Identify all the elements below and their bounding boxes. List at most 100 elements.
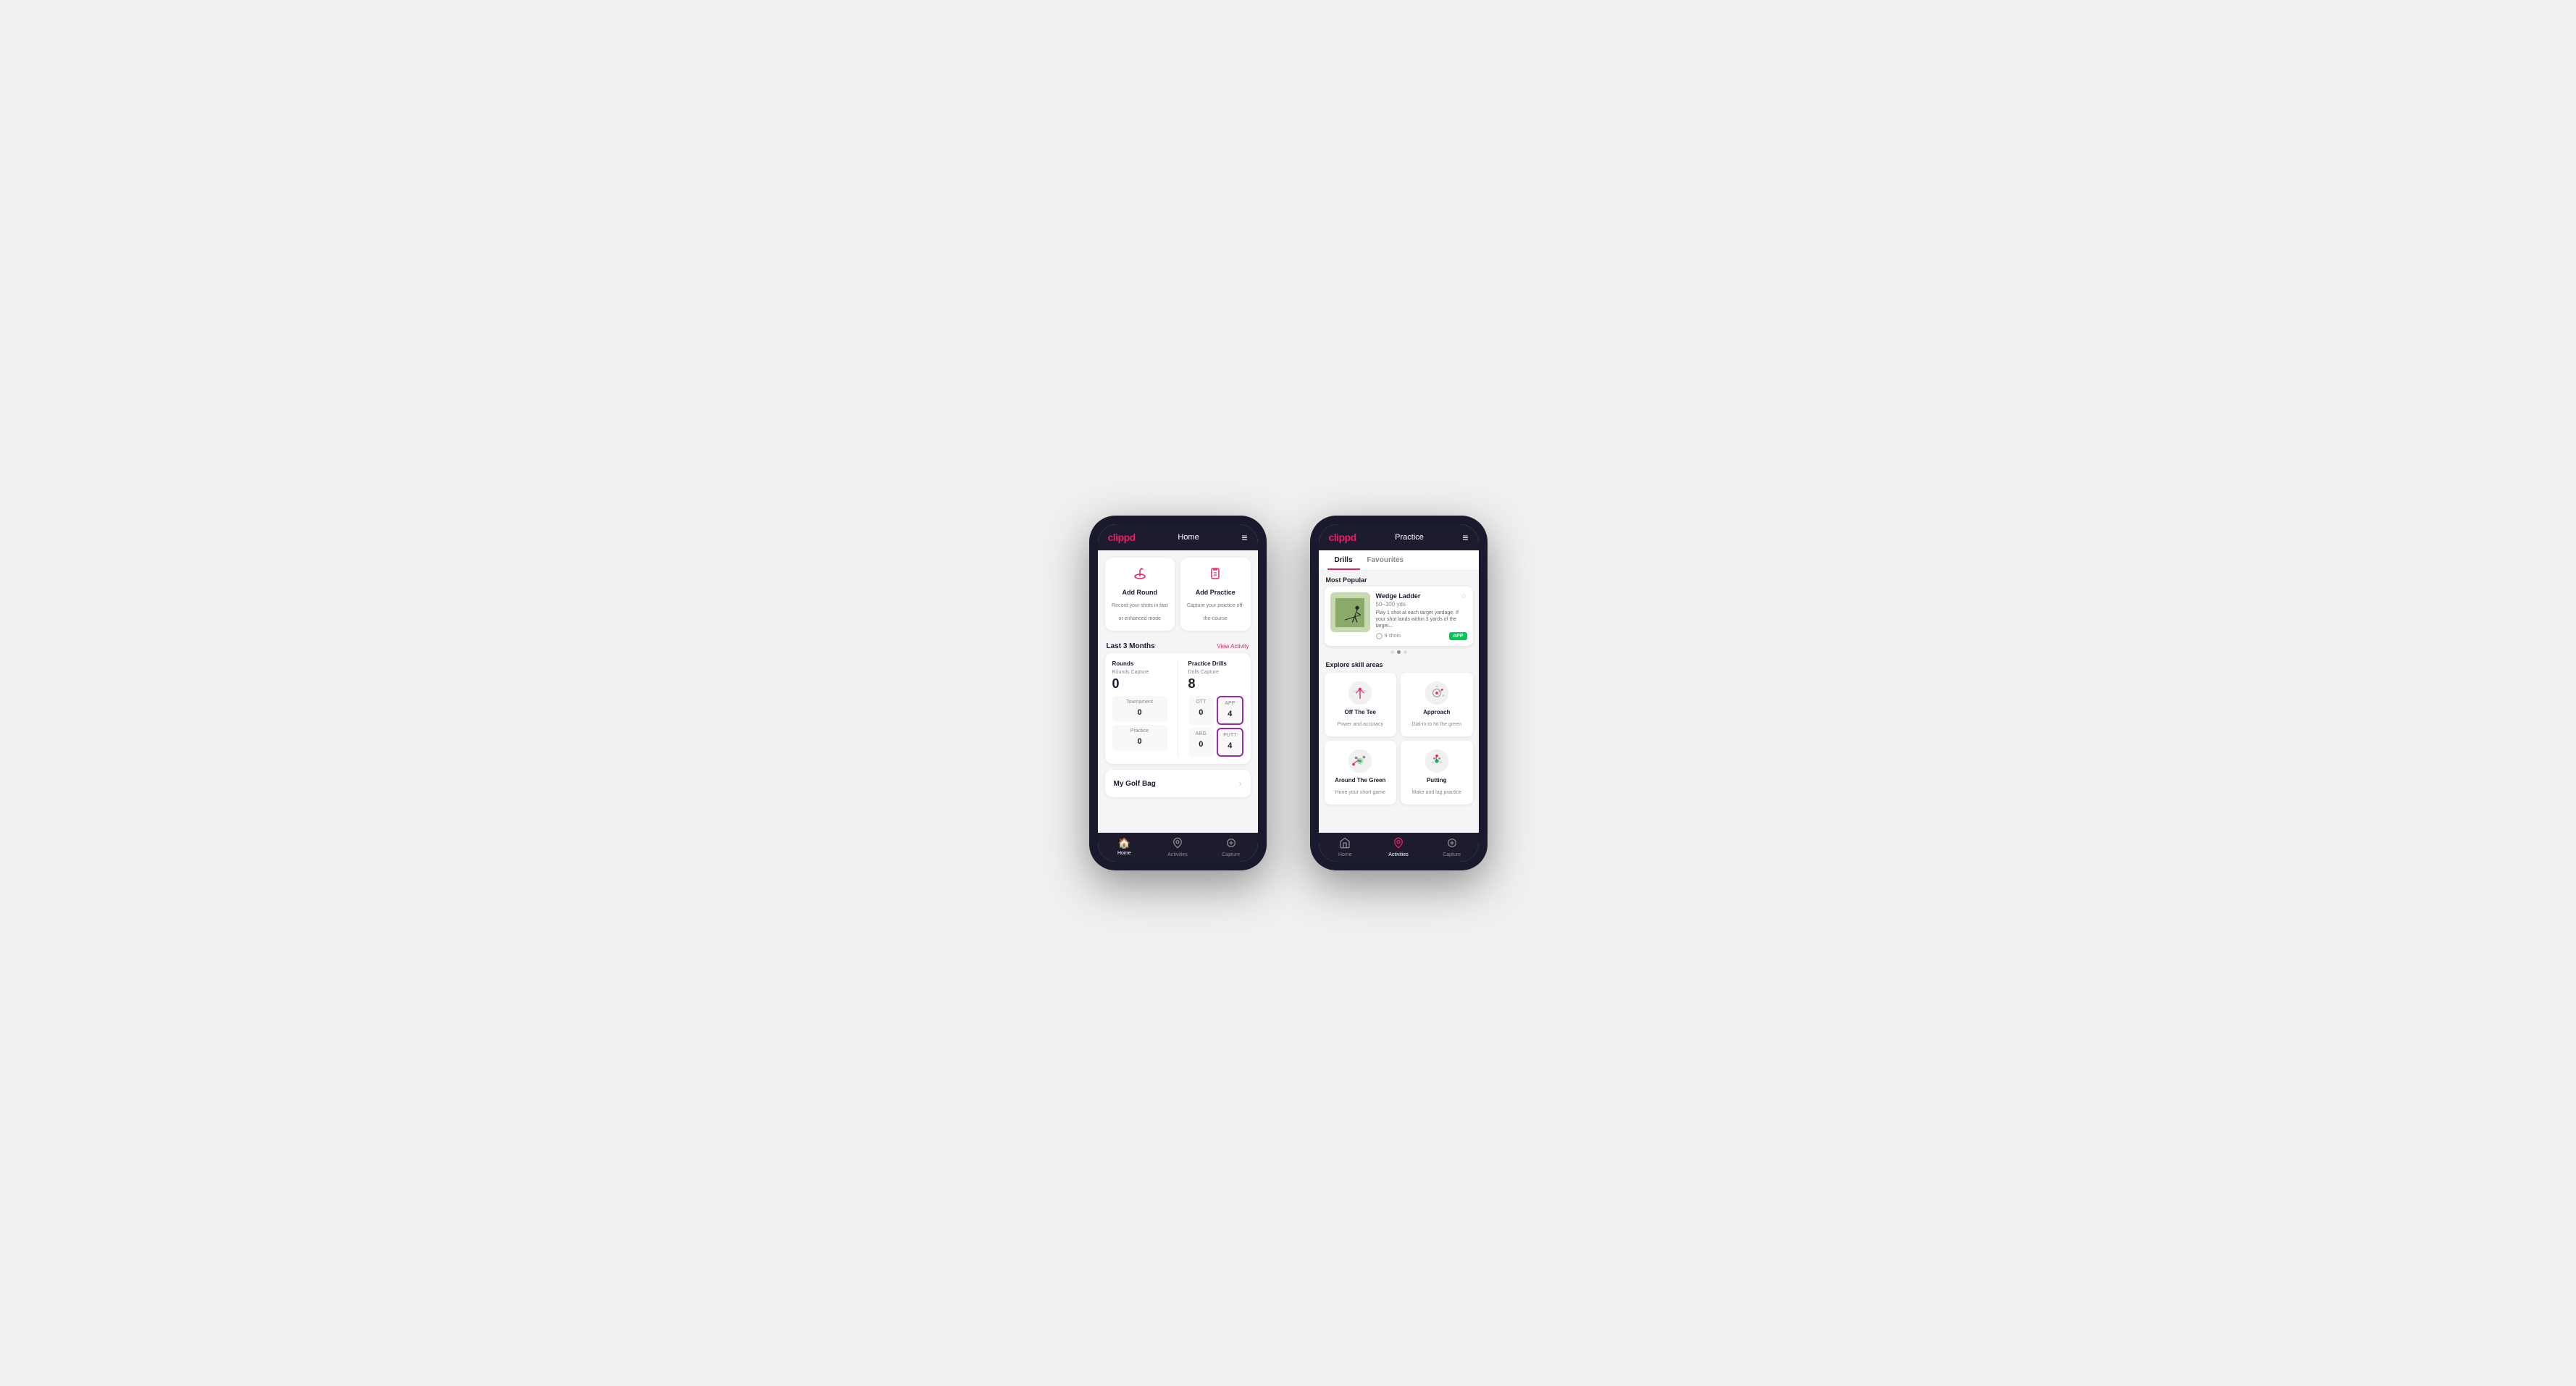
home-content: Add Round Record your shots in fast or e…	[1098, 550, 1258, 833]
chevron-right-icon: ›	[1239, 778, 1242, 789]
capture-nav-label-2: Capture	[1443, 852, 1461, 857]
drills-grid: OTT 0 APP 4 ARG 0	[1188, 696, 1243, 757]
nav-home-2[interactable]: Home	[1319, 837, 1372, 857]
most-popular-label: Most Popular	[1319, 571, 1479, 587]
app-logo: clippd	[1108, 532, 1136, 543]
drills-total: 8	[1188, 676, 1243, 692]
menu-icon-2[interactable]: ≡	[1462, 532, 1468, 543]
practice-drills-col: Practice Drills Drills Capture 8 OTT 0 A…	[1188, 660, 1243, 757]
stats-card: Rounds Rounds Capture 0 Tournament 0 Pra…	[1105, 653, 1251, 764]
drills-capture-label: Drills Capture	[1188, 670, 1243, 675]
ott-box: OTT 0	[1188, 696, 1214, 725]
nav-activities[interactable]: Activities	[1151, 837, 1204, 857]
add-practice-desc: Capture your practice off-the-course	[1187, 603, 1244, 621]
putt-box: PUTT 4	[1217, 728, 1243, 757]
add-round-desc: Record your shots in fast or enhanced mo…	[1112, 603, 1167, 621]
app-value: 4	[1228, 710, 1232, 718]
tab-favourites[interactable]: Favourites	[1360, 550, 1411, 570]
last-3-months-title: Last 3 Months	[1107, 642, 1155, 650]
off-the-tee-name: Off The Tee	[1330, 709, 1391, 715]
bottom-nav-home: 🏠 Home Activities	[1098, 833, 1258, 862]
app-title-home: Home	[1178, 533, 1199, 542]
activities-nav-icon	[1172, 837, 1183, 851]
my-golf-bag-title: My Golf Bag	[1114, 780, 1156, 788]
app-box: APP 4	[1217, 696, 1243, 725]
featured-card[interactable]: Wedge Ladder ☆ 50–100 yds Play 1 shot at…	[1325, 587, 1473, 646]
putt-label: PUTT	[1223, 733, 1236, 738]
skill-putting[interactable]: Putting Make and lag practice	[1401, 741, 1473, 805]
activity-section-header: Last 3 Months View Activity	[1098, 638, 1258, 653]
phone-home: clippd Home ≡ Add Round	[1089, 516, 1267, 870]
practice-drills-title: Practice Drills	[1188, 660, 1243, 667]
skill-around-green[interactable]: Around The Green Hone your short game	[1325, 741, 1397, 805]
approach-icon	[1424, 680, 1450, 706]
star-icon[interactable]: ☆	[1461, 592, 1467, 600]
bottom-nav-practice: Home Activities	[1319, 833, 1479, 862]
add-round-card[interactable]: Add Round Record your shots in fast or e…	[1105, 558, 1175, 631]
around-green-name: Around The Green	[1330, 777, 1391, 784]
action-cards: Add Round Record your shots in fast or e…	[1098, 550, 1258, 638]
my-golf-bag[interactable]: My Golf Bag ›	[1105, 770, 1251, 797]
dot-1	[1390, 650, 1394, 654]
stats-row: Rounds Rounds Capture 0 Tournament 0 Pra…	[1112, 660, 1243, 757]
featured-subtitle: 50–100 yds	[1376, 601, 1467, 608]
featured-title: Wedge Ladder	[1376, 592, 1421, 600]
tournament-box: Tournament 0	[1112, 696, 1167, 722]
capture-nav-label: Capture	[1222, 852, 1240, 857]
add-practice-title: Add Practice	[1186, 589, 1245, 596]
rounds-capture-label: Rounds Capture	[1112, 670, 1167, 675]
approach-desc: Dial-in to hit the green	[1412, 722, 1461, 727]
phone-practice: clippd Practice ≡ Drills Favourites Most…	[1310, 516, 1488, 870]
explore-label: Explore skill areas	[1319, 658, 1479, 673]
arg-label: ARG	[1193, 731, 1209, 736]
app-badge: APP	[1449, 632, 1467, 640]
around-green-icon	[1347, 748, 1373, 774]
tournament-label: Tournament	[1117, 700, 1162, 705]
app-title-practice: Practice	[1395, 533, 1424, 542]
capture-nav-icon-2	[1446, 837, 1458, 851]
activities-nav-icon-2	[1393, 837, 1404, 851]
arg-value: 0	[1199, 740, 1203, 749]
rounds-col: Rounds Rounds Capture 0 Tournament 0 Pra…	[1112, 660, 1167, 757]
app-logo-2: clippd	[1329, 532, 1356, 543]
featured-desc: Play 1 shot at each target yardage. If y…	[1376, 610, 1467, 629]
skill-grid: Off The Tee Power and accuracy	[1319, 673, 1479, 810]
skill-approach[interactable]: Approach Dial-in to hit the green	[1401, 673, 1473, 736]
putt-value: 4	[1228, 742, 1232, 750]
activities-nav-label-2: Activities	[1388, 852, 1409, 857]
nav-activities-2[interactable]: Activities	[1372, 837, 1425, 857]
featured-image	[1330, 592, 1370, 632]
skill-off-the-tee[interactable]: Off The Tee Power and accuracy	[1325, 673, 1397, 736]
home-nav-label: Home	[1117, 851, 1131, 856]
home-nav-icon: 🏠	[1118, 837, 1130, 849]
dot-3	[1404, 650, 1407, 654]
add-round-icon	[1111, 565, 1170, 586]
nav-capture-2[interactable]: Capture	[1425, 837, 1479, 857]
practice-tabs: Drills Favourites	[1319, 550, 1479, 571]
tab-drills[interactable]: Drills	[1327, 550, 1360, 570]
nav-home[interactable]: 🏠 Home	[1098, 837, 1151, 857]
rounds-total: 0	[1112, 676, 1167, 692]
app-label: APP	[1223, 701, 1236, 706]
putting-name: Putting	[1406, 777, 1467, 784]
approach-name: Approach	[1406, 709, 1467, 715]
rounds-title: Rounds	[1112, 660, 1167, 667]
home-nav-label-2: Home	[1338, 852, 1352, 857]
tournament-value: 0	[1137, 708, 1141, 717]
featured-footer: 9 shots APP	[1376, 632, 1467, 640]
practice-label: Practice	[1117, 728, 1162, 734]
menu-icon[interactable]: ≡	[1241, 532, 1247, 543]
capture-nav-icon	[1225, 837, 1237, 851]
featured-title-row: Wedge Ladder ☆	[1376, 592, 1467, 600]
add-practice-icon	[1186, 565, 1245, 586]
view-activity-link[interactable]: View Activity	[1217, 643, 1249, 650]
add-round-title: Add Round	[1111, 589, 1170, 596]
practice-value: 0	[1137, 737, 1141, 746]
home-nav-icon-2	[1339, 837, 1351, 851]
ott-value: 0	[1199, 708, 1203, 717]
around-green-desc: Hone your short game	[1335, 790, 1385, 795]
app-header-home: clippd Home ≡	[1098, 524, 1258, 550]
nav-capture[interactable]: Capture	[1204, 837, 1258, 857]
add-practice-card[interactable]: Add Practice Capture your practice off-t…	[1180, 558, 1251, 631]
activities-nav-label: Activities	[1167, 852, 1188, 857]
